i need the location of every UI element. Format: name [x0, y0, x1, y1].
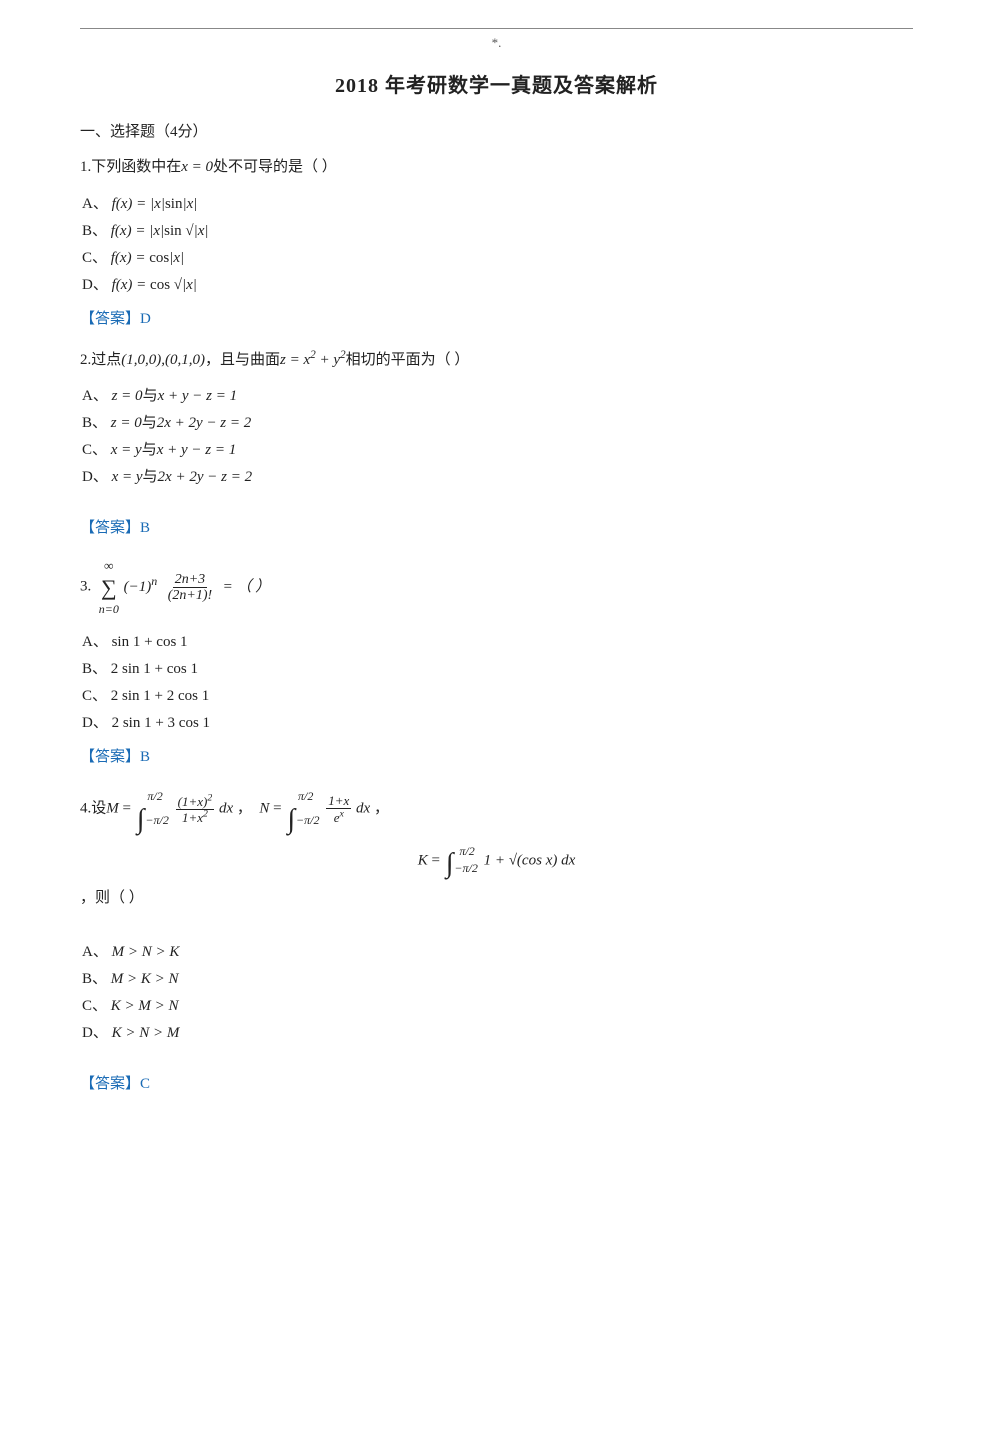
q4-m-frac-num: (1+x)2	[176, 793, 215, 810]
q1-text-pre: 1.下列函数中在	[80, 159, 181, 175]
q3-summand: (−1)n 2n+3 (2n+1)! = （ ）	[120, 571, 270, 603]
q4-option-d: D、 K > N > M	[82, 1020, 913, 1047]
question-1: 1.下列函数中在x = 0处不可导的是（ ） A、 f(x) = |x|sin|…	[80, 155, 913, 328]
q4-integral-m-sign: ∫	[137, 806, 145, 834]
q2-text: 2.过点(1,0,0),(0,1,0)，且与曲面z = x2 + y2相切的平面…	[80, 346, 913, 374]
q3-option-d: D、 2 sin 1 + 3 cos 1	[82, 710, 913, 737]
q3-text: 3. ∞ ∑ n=0 (−1)n 2n+3 (2n+1)! = （ ）	[80, 555, 913, 619]
q1-option-d: D、 f(x) = cos √|x|	[82, 272, 913, 299]
q3-option-a: A、 sin 1 + cos 1	[82, 629, 913, 656]
q2-option-d: D、 x = y与2x + 2y − z = 2	[82, 464, 913, 491]
q4-integral-n-limits: π/2 −π/2	[296, 784, 319, 832]
q3-frac-num: 2n+3	[173, 572, 207, 588]
q2-option-b: B、 z = 0与2x + 2y − z = 2	[82, 410, 913, 437]
q4-option-b: B、 M > K > N	[82, 966, 913, 993]
q4-n-frac-num: 1+x	[326, 794, 351, 809]
q4-option-c: C、 K > M > N	[82, 993, 913, 1020]
q4-integral-k-sign: ∫	[446, 850, 454, 878]
q4-m-frac-den: 1+x2	[180, 810, 210, 826]
page: *. 2018 年考研数学一真题及答案解析 一、选择题（4分） 1.下列函数中在…	[0, 28, 993, 1432]
top-divider	[80, 28, 913, 29]
q1-answer: 【答案】D	[80, 307, 913, 328]
q3-option-c: C、 2 sin 1 + 2 cos 1	[82, 683, 913, 710]
page-number: *.	[80, 35, 913, 51]
q4-option-a: A、 M > N > K	[82, 939, 913, 966]
q2-option-c: C、 x = y与x + y − z = 1	[82, 437, 913, 464]
section-title: 一、选择题（4分）	[80, 120, 913, 141]
q3-frac-den: (2n+1)!	[166, 588, 214, 603]
q4-answer: 【答案】C	[80, 1072, 913, 1093]
q3-sum-lower: n=0	[99, 599, 119, 619]
question-4: 4.设M = ∫ π/2 −π/2 (1+x)2 1+x2 dx ， N = ∫…	[80, 784, 913, 1093]
q4-k-formula: K = ∫ π/2 −π/2 1 + √(cos x) dx	[80, 844, 913, 878]
q2-answer: 【答案】B	[80, 516, 913, 537]
main-title: 2018 年考研数学一真题及答案解析	[80, 69, 913, 98]
question-2: 2.过点(1,0,0),(0,1,0)，且与曲面z = x2 + y2相切的平面…	[80, 346, 913, 538]
q1-option-c: C、 f(x) = cos|x|	[82, 245, 913, 272]
q3-answer: 【答案】B	[80, 745, 913, 766]
q1-option-a: A、 f(x) = |x|sin|x|	[82, 191, 913, 218]
q4-integral-m-limits: π/2 −π/2	[145, 784, 168, 832]
question-3: 3. ∞ ∑ n=0 (−1)n 2n+3 (2n+1)! = （ ）	[80, 555, 913, 766]
q4-integral-n-sign: ∫	[287, 806, 295, 834]
q4-text-post: ，则（ ）	[80, 886, 913, 912]
q4-integral-k-limits: π/2 −π/2	[454, 844, 477, 876]
q1-x: x = 0	[181, 159, 213, 175]
q1-option-b: B、 f(x) = |x|sin √|x|	[82, 218, 913, 245]
q2-option-a: A、 z = 0与x + y − z = 1	[82, 383, 913, 410]
q1-text-post: 处不可导的是（ ）	[213, 159, 337, 175]
q3-option-b: B、 2 sin 1 + cos 1	[82, 656, 913, 683]
q4-text: 4.设M = ∫ π/2 −π/2 (1+x)2 1+x2 dx ， N = ∫…	[80, 784, 913, 834]
q4-n-frac-den: ex	[332, 809, 346, 825]
q3-sum-sigma: ∑	[101, 577, 117, 599]
q1-text: 1.下列函数中在x = 0处不可导的是（ ）	[80, 155, 913, 181]
q3-sum-upper: ∞	[104, 555, 113, 577]
